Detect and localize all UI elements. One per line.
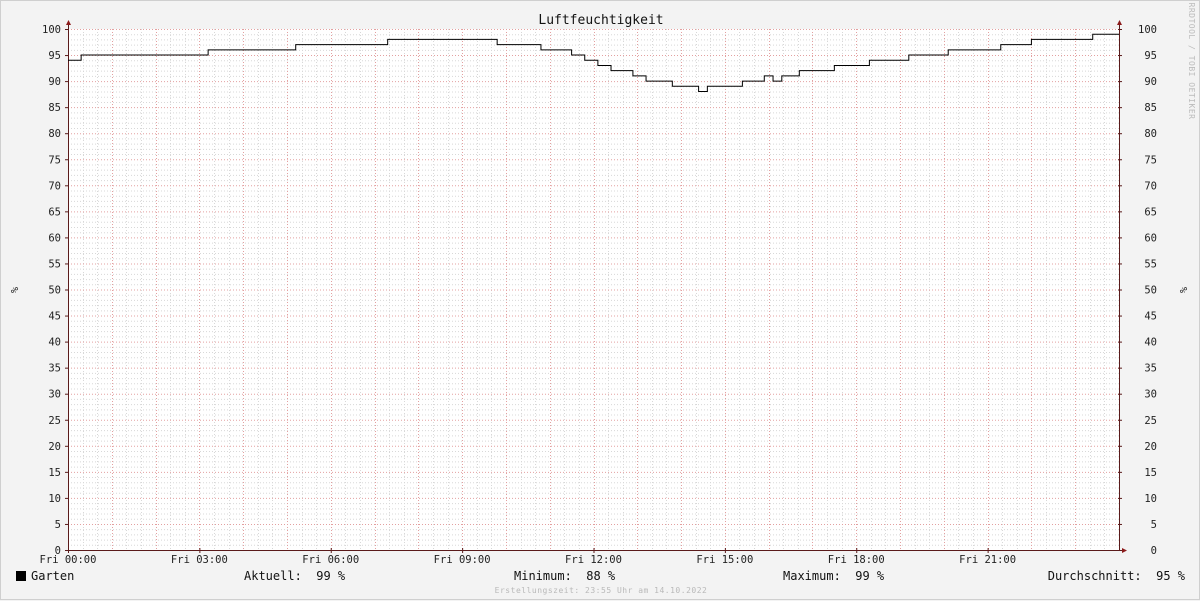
legend-swatch — [16, 571, 26, 581]
y-tick-label-left: 25 — [48, 415, 61, 427]
y-tick-label-right: 40 — [1144, 337, 1157, 349]
watermark: RRDTOOL / TOBI OETIKER — [1187, 3, 1196, 120]
y-tick-label-left: 60 — [48, 232, 61, 244]
y-tick-label-right: 30 — [1144, 389, 1157, 401]
y-tick-label-left: 35 — [48, 363, 61, 375]
y-tick-label-right: 60 — [1144, 232, 1157, 244]
legend-minimum: Minimum: 88 % — [514, 569, 616, 583]
y-tick-label-left: 65 — [48, 206, 61, 218]
y-tick-label-right: 55 — [1144, 258, 1157, 270]
x-tick-label: Fri 12:00 — [565, 554, 622, 566]
y-axis-label-left: % — [8, 287, 19, 293]
y-tick-label-left: 45 — [48, 311, 61, 323]
y-tick-label-right: 5 — [1151, 519, 1157, 531]
chart: 0 05 510 1015 1520 2025 2530 3035 3540 4045 4550 50… — [8, 3, 1196, 595]
y-tick-label-left: 80 — [48, 128, 61, 140]
x-tick-label: Fri 21:00 — [959, 554, 1016, 566]
y-tick-label-right: 100 — [1138, 24, 1157, 36]
y-tick-label-left: 5 — [55, 519, 61, 531]
y-axis-label-right: % — [1177, 287, 1188, 293]
y-tick-label-right: 95 — [1144, 50, 1157, 62]
y-tick-label-left: 30 — [48, 389, 61, 401]
y-tick-label-left: 95 — [48, 50, 61, 62]
legend-series-name: Garten — [31, 569, 74, 583]
y-tick-label-left: 70 — [48, 180, 61, 192]
y-tick-label-left: 15 — [48, 467, 61, 479]
x-tick-label: Fri 06:00 — [302, 554, 359, 566]
y-tick-label-right: 90 — [1144, 76, 1157, 88]
chart-title: Luftfeuchtigkeit — [538, 13, 663, 28]
y-tick-label-right: 70 — [1144, 180, 1157, 192]
y-tick-label-left: 90 — [48, 76, 61, 88]
legend-current: Aktuell: 99 % — [244, 569, 346, 583]
y-tick-label-right: 45 — [1144, 311, 1157, 323]
y-tick-label-left: 20 — [48, 441, 61, 453]
x-tick-label: Fri 15:00 — [696, 554, 753, 566]
y-tick-label-left: 10 — [48, 493, 61, 505]
y-tick-label-right: 0 — [1151, 545, 1157, 557]
chart-frame: 0 0 5 5 10 10 15 15 20 20 25 25 30 30 35 35 40 40 45 45 50 50… — [0, 0, 1200, 600]
x-tick-label: Fri 00:00 — [40, 554, 97, 566]
y-tick-label-left: 75 — [48, 154, 61, 166]
y-tick-label-right: 80 — [1144, 128, 1157, 140]
footer-timestamp: Erstellungszeit: 23:55 Uhr am 14.10.2022 — [495, 586, 708, 595]
legend-average: Durchschnitt: 95 % — [1048, 569, 1186, 583]
y-tick-label-right: 10 — [1144, 493, 1157, 505]
y-tick-label-left: 50 — [48, 285, 61, 297]
x-tick-label: Fri 03:00 — [171, 554, 228, 566]
legend-maximum: Maximum: 99 % — [783, 569, 885, 583]
y-tick-label-left: 40 — [48, 337, 61, 349]
y-tick-label-right: 15 — [1144, 467, 1157, 479]
y-tick-label-left: 55 — [48, 258, 61, 270]
x-tick-label: Fri 09:00 — [434, 554, 491, 566]
y-tick-label-right: 65 — [1144, 206, 1157, 218]
y-axis-arrow-right — [1117, 20, 1122, 25]
x-axis-arrow — [1122, 548, 1127, 553]
y-tick-label-left: 100 — [42, 24, 61, 36]
y-tick-label-right: 85 — [1144, 102, 1157, 114]
x-tick-label: Fri 18:00 — [828, 554, 885, 566]
y-tick-label-right: 35 — [1144, 363, 1157, 375]
y-tick-label-right: 75 — [1144, 154, 1157, 166]
y-tick-label-right: 25 — [1144, 415, 1157, 427]
y-tick-label-right: 50 — [1144, 285, 1157, 297]
y-tick-label-right: 20 — [1144, 441, 1157, 453]
y-axis-arrow-left — [66, 20, 71, 25]
y-tick-label-left: 85 — [48, 102, 61, 114]
